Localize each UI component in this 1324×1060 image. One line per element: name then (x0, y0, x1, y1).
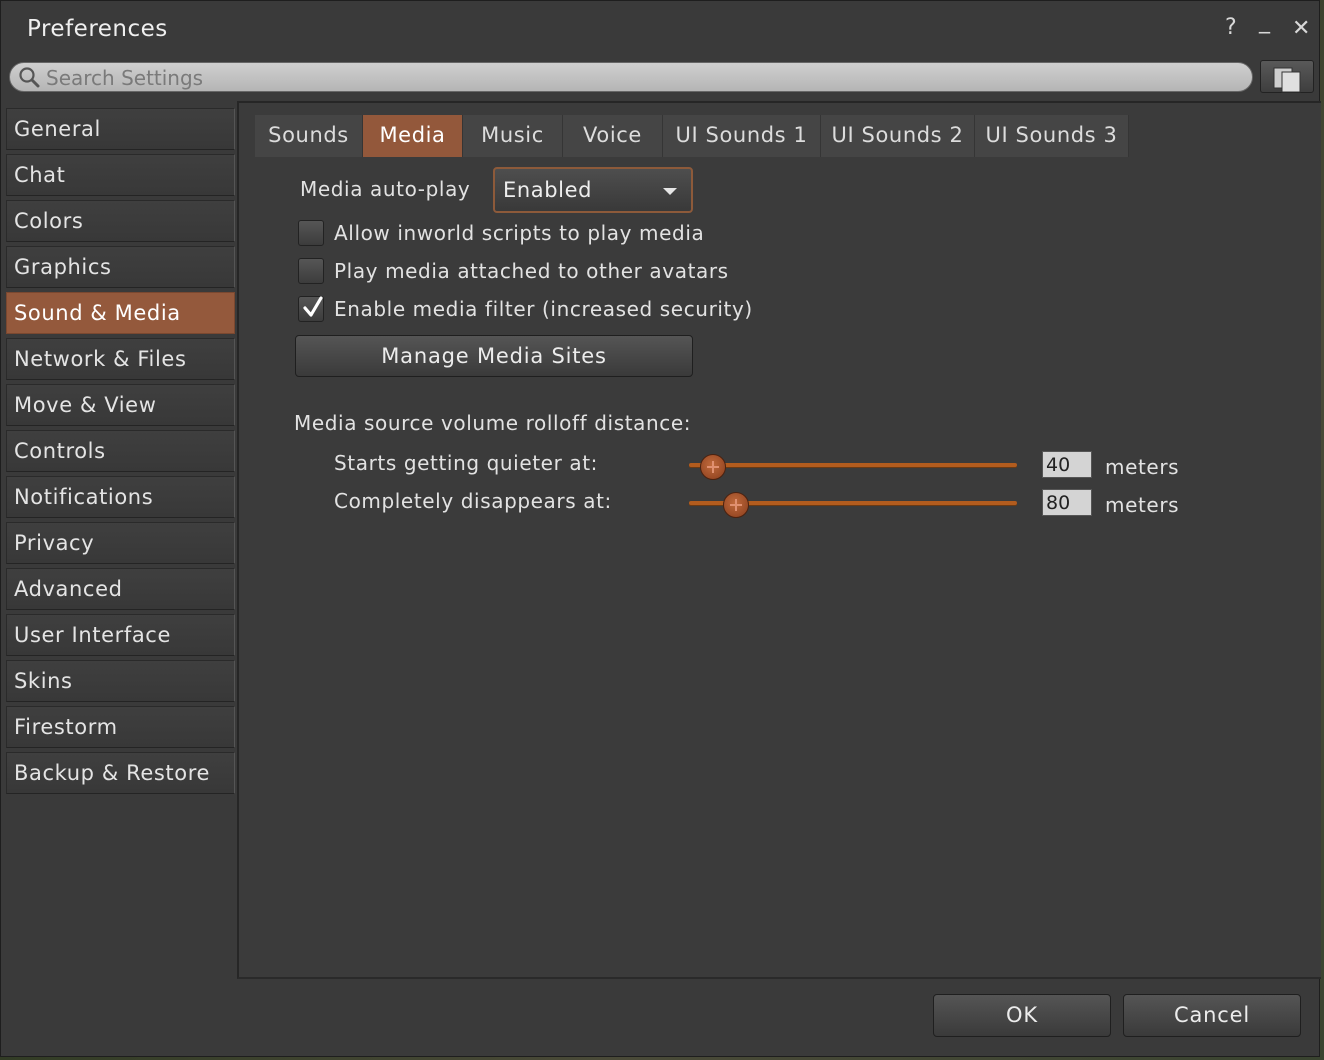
rolloff-heading: Media source volume rolloff distance: (294, 411, 692, 435)
tab-voice[interactable]: Voice (563, 115, 663, 157)
cancel-button[interactable]: Cancel (1123, 994, 1301, 1037)
quieter-value-field[interactable] (1042, 451, 1092, 478)
tab-ui-sounds-2[interactable]: UI Sounds 2 (821, 115, 975, 157)
search-input[interactable] (44, 65, 1238, 91)
tab-sounds[interactable]: Sounds (255, 115, 363, 157)
sidebar-item-user-interface[interactable]: User Interface (6, 614, 235, 656)
sidebar-item-chat[interactable]: Chat (6, 154, 235, 196)
autoplay-value: Enabled (503, 178, 593, 202)
sidebar-item-firestorm[interactable]: Firestorm (6, 706, 235, 748)
copy-settings-button[interactable] (1260, 60, 1314, 93)
tab-bar: Sounds Media Music Voice UI Sounds 1 UI … (255, 115, 1129, 157)
tab-music[interactable]: Music (463, 115, 563, 157)
autoplay-label: Media auto-play (300, 177, 471, 201)
sidebar-item-general[interactable]: General (6, 108, 235, 150)
sidebar-item-backup-restore[interactable]: Backup & Restore (6, 752, 235, 794)
preferences-window: Preferences ? _ ✕ General Chat Colors Gr… (0, 0, 1321, 1057)
sidebar-item-sound-media[interactable]: Sound & Media (6, 292, 235, 334)
sidebar-item-colors[interactable]: Colors (6, 200, 235, 242)
quieter-slider[interactable] (689, 451, 1017, 481)
checkmark-icon (303, 296, 323, 317)
tab-ui-sounds-1[interactable]: UI Sounds 1 (663, 115, 821, 157)
search-bar (9, 62, 1253, 92)
tab-ui-sounds-3[interactable]: UI Sounds 3 (975, 115, 1129, 157)
help-icon[interactable]: ? (1225, 15, 1237, 40)
media-filter-checkbox[interactable] (298, 296, 324, 322)
quieter-label: Starts getting quieter at: (334, 451, 598, 475)
disappear-unit: meters (1105, 493, 1180, 517)
copy-icon (1273, 67, 1301, 93)
slider-knob[interactable] (722, 492, 749, 518)
sidebar-item-controls[interactable]: Controls (6, 430, 235, 472)
media-filter-label: Enable media filter (increased security) (334, 297, 753, 321)
tab-media[interactable]: Media (363, 115, 463, 157)
minimize-icon[interactable]: _ (1259, 9, 1270, 34)
disappear-value-field[interactable] (1042, 489, 1092, 516)
allow-scripts-label: Allow inworld scripts to play media (334, 221, 705, 245)
autoplay-dropdown[interactable]: Enabled (493, 167, 693, 213)
search-icon (19, 67, 40, 88)
manage-media-sites-button[interactable]: Manage Media Sites (295, 335, 693, 377)
slider-knob[interactable] (699, 454, 726, 480)
disappear-slider[interactable] (689, 489, 1017, 519)
sidebar-item-notifications[interactable]: Notifications (6, 476, 235, 518)
settings-panel: Sounds Media Music Voice UI Sounds 1 UI … (237, 101, 1321, 979)
slider-track (689, 463, 1017, 467)
title-bar[interactable]: Preferences ? _ ✕ (1, 1, 1319, 53)
window-title: Preferences (27, 16, 168, 42)
sidebar-item-network-files[interactable]: Network & Files (6, 338, 235, 380)
sidebar-item-graphics[interactable]: Graphics (6, 246, 235, 288)
category-sidebar: General Chat Colors Graphics Sound & Med… (6, 108, 235, 798)
sidebar-item-skins[interactable]: Skins (6, 660, 235, 702)
ok-button[interactable]: OK (933, 994, 1111, 1037)
attached-media-checkbox[interactable] (298, 258, 324, 284)
disappear-label: Completely disappears at: (334, 489, 612, 513)
allow-scripts-checkbox[interactable] (298, 220, 324, 246)
attached-media-label: Play media attached to other avatars (334, 259, 729, 283)
sidebar-item-privacy[interactable]: Privacy (6, 522, 235, 564)
sidebar-item-move-view[interactable]: Move & View (6, 384, 235, 426)
close-icon[interactable]: ✕ (1292, 16, 1310, 41)
chevron-down-icon (663, 188, 677, 195)
sidebar-item-advanced[interactable]: Advanced (6, 568, 235, 610)
quieter-unit: meters (1105, 455, 1180, 479)
